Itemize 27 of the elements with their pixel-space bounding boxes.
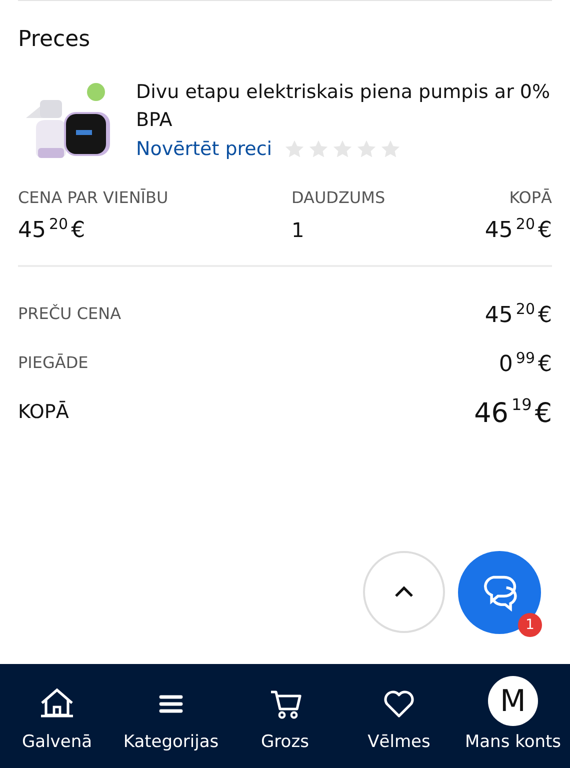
star-icon[interactable] (284, 138, 306, 160)
product-title: Divu etapu elektriskais piena pumpis ar 0% BPA (136, 80, 552, 133)
star-icon[interactable] (308, 138, 330, 160)
price-value: 45$^{20}$€ (484, 215, 552, 243)
nav-tab[interactable]: Kategorijas (114, 664, 228, 768)
column-header: CENA PAR VIENĪBU (18, 188, 170, 207)
avatar: M (488, 676, 538, 726)
nav-tab[interactable]: Galvenā (0, 664, 114, 768)
price-value: 45$^{20}$€ (18, 215, 86, 243)
nav-tab[interactable]: Vēlmes (342, 664, 456, 768)
summary-price: 0$^{99}$€ (498, 348, 552, 376)
summary-price: 45$^{20}$€ (484, 300, 552, 328)
nav-tab[interactable]: Grozs (228, 664, 342, 768)
summary-label: KOPĀ (18, 400, 69, 422)
quantity-value: 1 (291, 218, 306, 242)
section-title: Preces (18, 27, 92, 52)
nav-tab[interactable]: M Mans konts (456, 664, 570, 768)
star-icon[interactable] (332, 138, 354, 160)
column-header: KOPĀ (509, 188, 552, 207)
summary-label: PIEGĀDE (18, 353, 88, 372)
star-icon[interactable] (356, 138, 378, 160)
column-header: DAUDZUMS (291, 188, 386, 207)
rate-product-link[interactable]: Novērtēt preci (136, 138, 272, 160)
notification-badge: 1 (518, 613, 542, 637)
summary-label: PREČU CENA (18, 304, 122, 323)
star-icon[interactable] (380, 138, 402, 160)
total-price: 46$^{19}$€ (474, 394, 552, 428)
